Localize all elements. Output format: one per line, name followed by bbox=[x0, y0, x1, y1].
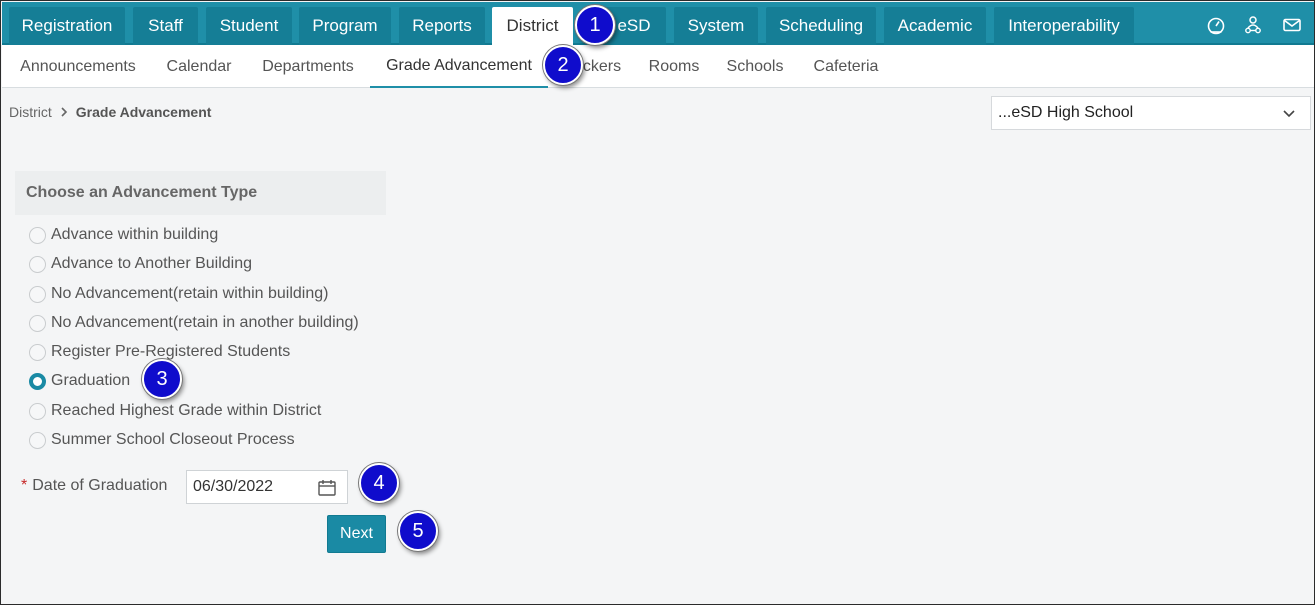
breadcrumb-district[interactable]: District bbox=[9, 104, 52, 120]
tab-registration[interactable]: Registration bbox=[9, 7, 125, 45]
subtab-cafeteria[interactable]: Cafeteria bbox=[802, 45, 890, 88]
radio-button-selected[interactable] bbox=[29, 372, 46, 390]
subtab-announcements[interactable]: Announcements bbox=[6, 45, 150, 88]
tab-interoperability[interactable]: Interoperability bbox=[994, 7, 1134, 45]
option-label: No Advancement(retain in another buildin… bbox=[51, 314, 359, 331]
date-of-graduation-label: * Date of Graduation bbox=[21, 477, 167, 495]
option-label: Advance to Another Building bbox=[51, 255, 253, 272]
option-advance-to-another-building[interactable]: Advance to Another Building bbox=[29, 252, 252, 276]
subtab-lockers[interactable]: ckers bbox=[578, 45, 626, 88]
radio-button[interactable] bbox=[29, 402, 46, 420]
radio-button[interactable] bbox=[29, 314, 46, 332]
mail-icon[interactable] bbox=[1281, 14, 1303, 36]
option-label: Reached Highest Grade within District bbox=[51, 402, 322, 419]
chevron-right-icon bbox=[60, 104, 68, 120]
date-of-graduation-input[interactable]: 06/30/2022 bbox=[186, 470, 348, 504]
advancement-type-header: Choose an Advancement Type bbox=[15, 171, 386, 215]
step-badge-3: 3 bbox=[142, 359, 182, 399]
tab-program[interactable]: Program bbox=[299, 7, 391, 45]
step-badge-5: 5 bbox=[398, 511, 438, 551]
radio-button[interactable] bbox=[29, 285, 46, 303]
tab-academic[interactable]: Academic bbox=[884, 7, 986, 45]
option-graduation[interactable]: Graduation bbox=[29, 369, 130, 393]
top-navigation: Registration Staff Student Program Repor… bbox=[2, 2, 1314, 45]
option-no-advancement-within-building[interactable]: No Advancement(retain within building) bbox=[29, 282, 328, 306]
radio-button[interactable] bbox=[29, 431, 46, 449]
school-select-value: ...eSD High School bbox=[998, 104, 1134, 121]
tab-reports[interactable]: Reports bbox=[399, 7, 485, 45]
step-badge-1: 1 bbox=[575, 5, 615, 45]
app-window: Registration Staff Student Program Repor… bbox=[0, 0, 1315, 605]
date-value: 06/30/2022 bbox=[193, 478, 274, 495]
subtab-calendar[interactable]: Calendar bbox=[154, 45, 244, 88]
breadcrumb-current: Grade Advancement bbox=[75, 104, 212, 120]
breadcrumb: District Grade Advancement bbox=[9, 104, 211, 120]
subtab-departments[interactable]: Departments bbox=[248, 45, 368, 88]
option-summer-school-closeout[interactable]: Summer School Closeout Process bbox=[29, 428, 295, 452]
school-select[interactable]: ...eSD High School bbox=[991, 96, 1311, 130]
step-badge-2: 2 bbox=[543, 45, 583, 85]
sub-navigation: Announcements Calendar Departments Grade… bbox=[2, 45, 1314, 88]
chevron-down-icon bbox=[1282, 106, 1296, 120]
radio-button[interactable] bbox=[29, 255, 46, 273]
tab-student[interactable]: Student bbox=[206, 7, 292, 45]
tab-staff[interactable]: Staff bbox=[133, 7, 198, 45]
tab-system[interactable]: System bbox=[674, 7, 758, 45]
option-label: No Advancement(retain within building) bbox=[51, 285, 329, 302]
tab-district[interactable]: District bbox=[492, 7, 573, 45]
option-label: Graduation bbox=[51, 372, 131, 389]
option-advance-within-building[interactable]: Advance within building bbox=[29, 223, 218, 247]
calendar-icon[interactable] bbox=[317, 478, 337, 498]
subtab-schools[interactable]: Schools bbox=[716, 45, 794, 88]
radio-button[interactable] bbox=[29, 343, 46, 361]
dashboard-icon[interactable] bbox=[1205, 14, 1227, 36]
subtab-rooms[interactable]: Rooms bbox=[637, 45, 711, 88]
tab-scheduling[interactable]: Scheduling bbox=[766, 7, 876, 45]
date-label-text: Date of Graduation bbox=[32, 477, 168, 494]
option-label: Summer School Closeout Process bbox=[51, 431, 295, 448]
subtab-grade-advancement[interactable]: Grade Advancement bbox=[370, 45, 548, 88]
option-label: Register Pre-Registered Students bbox=[51, 343, 291, 360]
required-marker: * bbox=[21, 477, 28, 494]
next-button[interactable]: Next bbox=[327, 515, 386, 553]
option-reached-highest-grade[interactable]: Reached Highest Grade within District bbox=[29, 399, 321, 423]
option-label: Advance within building bbox=[51, 226, 219, 243]
option-no-advancement-another-building[interactable]: No Advancement(retain in another buildin… bbox=[29, 311, 359, 335]
step-badge-4: 4 bbox=[359, 463, 399, 503]
radio-button[interactable] bbox=[29, 226, 46, 244]
users-network-icon[interactable] bbox=[1242, 14, 1264, 36]
